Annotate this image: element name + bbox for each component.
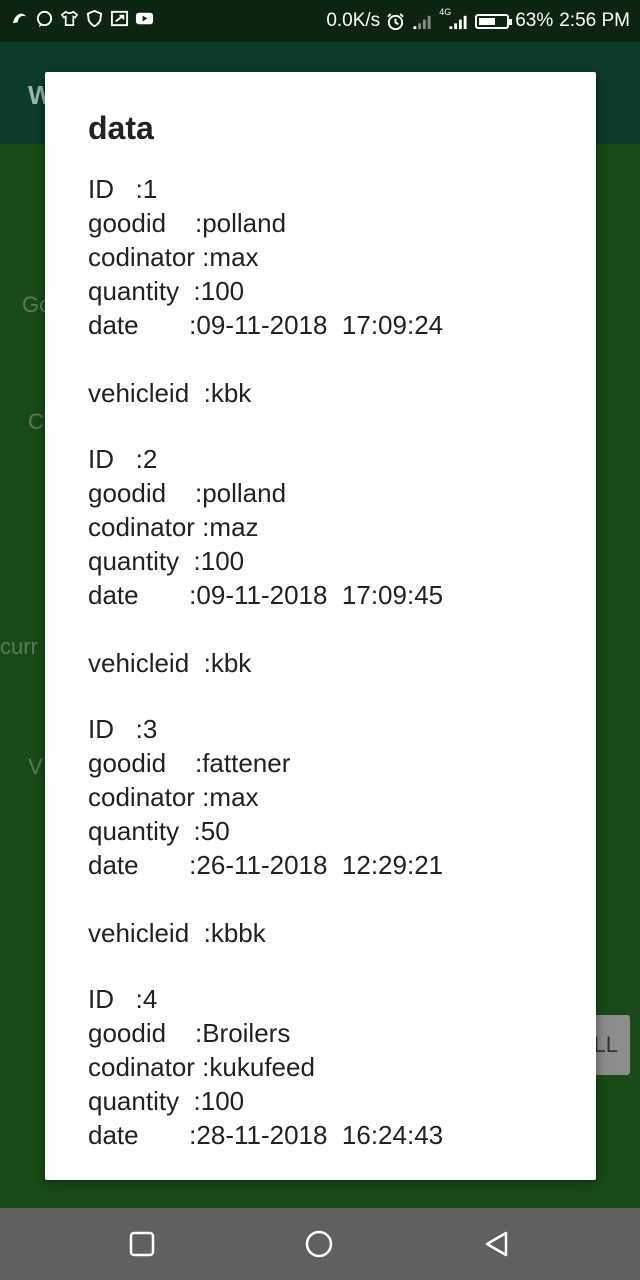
bg-label: curr	[0, 634, 38, 659]
record-date: date :28-11-2018 16:24:43	[88, 1120, 444, 1150]
network-type-label: 4G	[439, 7, 452, 17]
home-button[interactable]	[305, 1230, 333, 1258]
record-date: date :09-11-2018 17:09:45	[88, 580, 444, 610]
record-codinator: codinator :kukufeed	[88, 1052, 315, 1082]
record-item: ID :2 goodid :polland codinator :maz qua…	[88, 442, 568, 680]
data-dialog: data ID :1 goodid :polland codinator :ma…	[45, 72, 596, 1180]
record-id: ID :1	[88, 174, 158, 204]
status-bar: 0.0K/s 4G 63% 2:56 PM	[0, 0, 640, 42]
record-quantity: quantity :100	[88, 1086, 245, 1116]
record-id: ID :4	[88, 984, 158, 1014]
status-right: 0.0K/s 4G 63% 2:56 PM	[326, 0, 630, 42]
record-date: date :09-11-2018 17:09:24	[88, 310, 444, 340]
youtube-icon	[135, 12, 154, 25]
record-codinator: codinator :maz	[88, 512, 259, 542]
alarm-icon	[387, 12, 404, 30]
navigation-bar	[0, 1208, 640, 1280]
notification-icons	[10, 9, 154, 28]
record-vehicleid: vehicleid :kbbk	[88, 918, 266, 948]
record-quantity: quantity :100	[88, 546, 245, 576]
back-button[interactable]	[483, 1230, 511, 1258]
bg-label: C	[28, 409, 44, 434]
record-item: ID :4 goodid :Broilers codinator :kukufe…	[88, 982, 568, 1152]
record-item: ID :3 goodid :fattener codinator :max qu…	[88, 712, 568, 950]
screenshot-icon	[110, 10, 129, 27]
record-id: ID :3	[88, 714, 158, 744]
record-quantity: quantity :100	[88, 276, 245, 306]
record-goodid: goodid :polland	[88, 478, 287, 508]
record-goodid: goodid :Broilers	[88, 1018, 291, 1048]
shirt-icon	[60, 10, 79, 27]
battery-icon	[475, 13, 513, 29]
battery-percent: 63%	[515, 10, 554, 31]
record-item: ID :1 goodid :polland codinator :max qua…	[88, 172, 568, 410]
app-logo-icon	[12, 13, 27, 24]
record-quantity: quantity :50	[88, 816, 230, 846]
clock: 2:56 PM	[559, 10, 630, 31]
signal-icon	[413, 15, 431, 29]
message-icon	[36, 10, 53, 28]
recents-button[interactable]	[128, 1230, 156, 1258]
dialog-title: data	[88, 110, 154, 146]
shield-icon	[86, 9, 103, 28]
record-vehicleid: vehicleid :kbk	[88, 378, 252, 408]
record-vehicleid: vehicleid :kbk	[88, 648, 252, 678]
record-id: ID :2	[88, 444, 158, 474]
record-date: date :26-11-2018 12:29:21	[88, 850, 444, 880]
record-goodid: goodid :fattener	[88, 748, 291, 778]
record-goodid: goodid :polland	[88, 208, 287, 238]
record-codinator: codinator :max	[88, 782, 259, 812]
record-codinator: codinator :max	[88, 242, 259, 272]
network-speed: 0.0K/s	[326, 10, 381, 31]
bg-label: V	[28, 754, 43, 779]
